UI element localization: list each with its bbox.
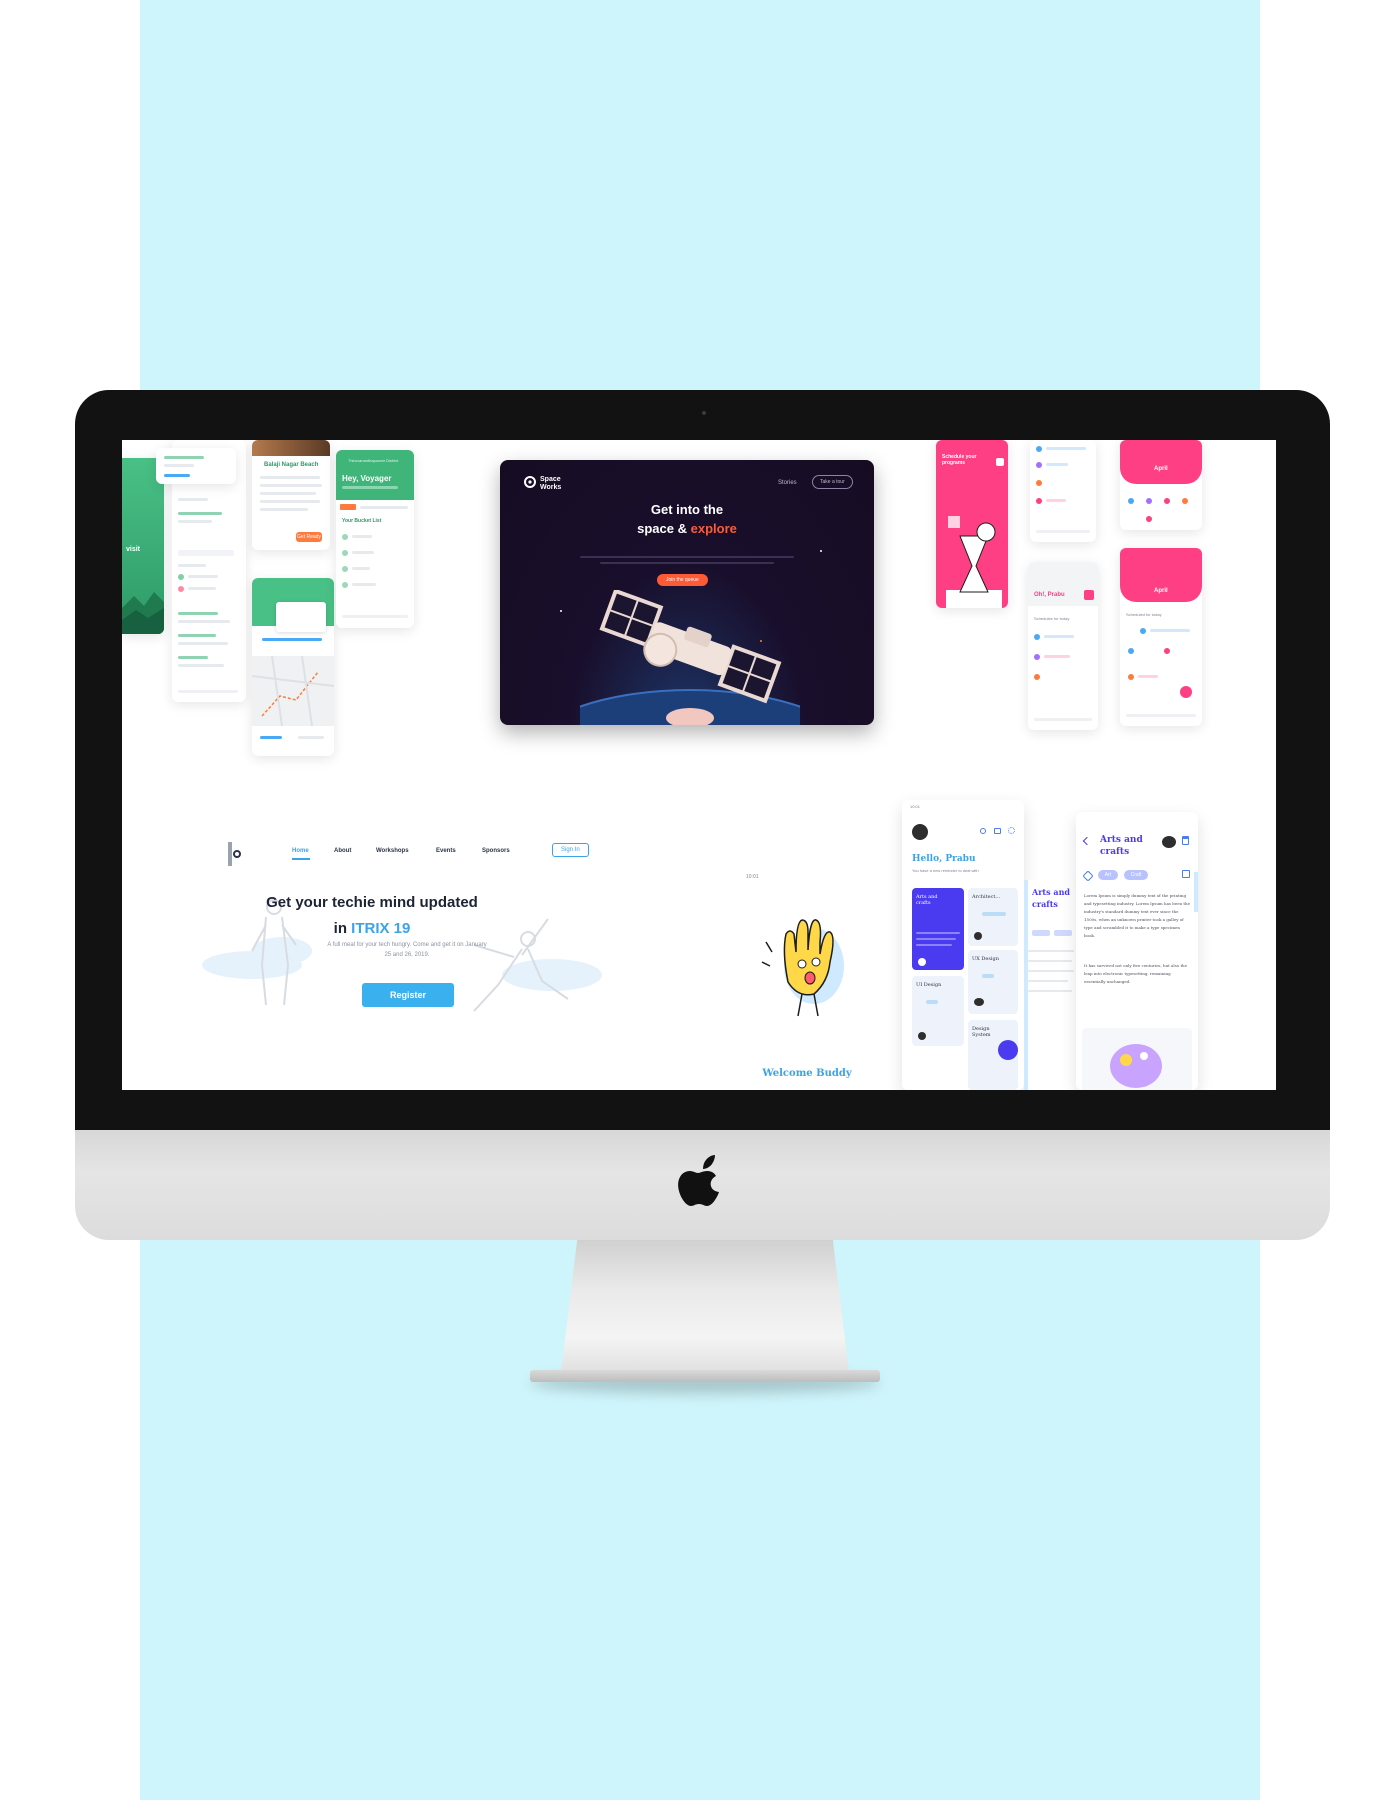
schedule-title: Schedule your programs xyxy=(942,454,977,466)
itrix-description: A full meal for your tech hungry. Come a… xyxy=(327,942,487,958)
nav-home[interactable]: Home xyxy=(292,848,309,854)
status-time: 10:01 xyxy=(746,874,759,880)
itrix-logo xyxy=(228,842,242,866)
detail-body-2: It has survived not only five centuries,… xyxy=(1084,963,1187,984)
note-card-architecture[interactable]: Architect... xyxy=(968,888,1018,946)
place-name: Balaji Nagar Beach xyxy=(264,462,319,468)
collaborators-avatar[interactable] xyxy=(1162,836,1176,848)
avatar[interactable] xyxy=(912,824,928,840)
gear-icon[interactable] xyxy=(1008,827,1015,834)
space-works-logo-icon xyxy=(524,476,536,488)
note-card-ui[interactable]: UI Design xyxy=(912,976,964,1046)
scheduled-heading: Scheduled for today xyxy=(1126,612,1162,617)
welcome-title: Welcome Buddy xyxy=(762,1068,852,1079)
imac-screen: visit Balaji Nagar Beach Get Ready Thiru… xyxy=(122,440,1276,1090)
inbox-icon[interactable] xyxy=(994,828,1001,834)
notes-detail-phone: Arts and crafts Art Craft Lorem Ipsum is… xyxy=(1076,812,1198,1090)
register-button[interactable]: Register xyxy=(362,983,454,1007)
space-headline: Get into the space & explore xyxy=(637,502,737,536)
tag-icon xyxy=(1082,870,1094,882)
get-ready-button[interactable]: Get Ready xyxy=(296,532,322,542)
home-greeting: Hello, Prabu xyxy=(912,854,976,864)
route-icon xyxy=(252,655,334,727)
imac-stand xyxy=(560,1238,850,1380)
note-card-arts[interactable]: Arts and crafts xyxy=(912,888,964,970)
place-detail-card: Balaji Nagar Beach Get Ready xyxy=(252,440,330,550)
detail-peek: Arts and crafts xyxy=(1024,880,1074,1090)
nav-sponsors[interactable]: Sponsors xyxy=(482,848,510,854)
calendar-icon[interactable] xyxy=(1182,870,1190,878)
hand-mascot-icon xyxy=(761,919,844,1017)
sign-in-button[interactable]: Sign In xyxy=(552,843,589,857)
mountains-icon xyxy=(122,592,164,634)
month-label: April xyxy=(1154,466,1168,472)
back-arrow-icon[interactable] xyxy=(1082,836,1092,846)
planner-greeting: Oh!, Prabu xyxy=(1034,592,1065,598)
location-label: Thiruvananthapuram District xyxy=(348,458,399,463)
notes-home-phone: 10:01 Hello, Prabu You have a new remind… xyxy=(902,800,1024,1090)
home-subtitle: You have a new reminder to deal with xyxy=(912,868,979,873)
planner-card-1 xyxy=(1030,440,1096,542)
status-time-2: 10:01 xyxy=(910,804,921,809)
search-icon[interactable] xyxy=(980,828,986,834)
visit-label: visit xyxy=(126,546,141,553)
calendar-card-1: April xyxy=(1120,440,1202,530)
voyager-card: Thiruvananthapuram District Hey, Voyager… xyxy=(336,450,414,628)
camera-icon xyxy=(702,411,706,415)
tag-art[interactable]: Art xyxy=(1098,870,1118,880)
note-card-design-system[interactable]: Design System xyxy=(968,1020,1018,1090)
take-a-tour-button[interactable]: Take a tour xyxy=(812,475,853,489)
schedule-card: Schedule your programs xyxy=(936,440,1008,608)
nav-about[interactable]: About xyxy=(334,848,351,854)
nav-workshops[interactable]: Workshops xyxy=(376,848,409,854)
space-works-landing: Space Works Stories Take a tour Get into… xyxy=(500,460,874,725)
space-works-logo: Space Works xyxy=(540,476,562,491)
detail-title: Arts and crafts xyxy=(1100,835,1143,857)
detail-body: Lorem Ipsum is simply dummy text of the … xyxy=(1084,893,1190,938)
imac-stand-foot xyxy=(530,1370,880,1382)
add-note-button[interactable] xyxy=(998,1040,1018,1060)
schedules-heading: Schedules for today xyxy=(1034,616,1070,621)
itrix-headline: Get your techie mind updated in ITRIX 19 xyxy=(266,894,478,937)
add-event-button[interactable] xyxy=(1180,686,1192,698)
note-card-ux[interactable]: UX Design xyxy=(968,950,1018,1014)
join-queue-button[interactable]: Join the queue xyxy=(657,574,708,586)
route-map-card xyxy=(252,578,334,756)
bucket-list-heading: Your Bucket List xyxy=(342,518,382,524)
page: visit Balaji Nagar Beach Get Ready Thiru… xyxy=(0,0,1400,1800)
peek-title: Arts and crafts xyxy=(1032,887,1070,909)
planner-card-2: Oh!, Prabu Schedules for today xyxy=(1028,562,1098,730)
nav-stories[interactable]: Stories xyxy=(778,480,797,486)
calendar-card-2: April Scheduled for today xyxy=(1120,548,1202,726)
nav-home-underline xyxy=(292,858,310,860)
scrollbar[interactable] xyxy=(1194,872,1198,912)
trash-icon[interactable] xyxy=(1182,836,1189,845)
hourglass-illustration-icon xyxy=(946,516,1002,608)
voyager-greeting: Hey, Voyager xyxy=(342,474,392,483)
travel-popup-card xyxy=(156,448,236,484)
crafts-illustration-icon xyxy=(1110,1044,1162,1088)
month-label-2: April xyxy=(1154,588,1168,594)
travel-splash-card: visit xyxy=(122,458,164,634)
welcome-screen: 10:01 Welcome Buddy xyxy=(742,872,872,1090)
apple-logo-icon xyxy=(678,1150,728,1210)
tag-craft[interactable]: Craft xyxy=(1124,870,1148,880)
satellite-illustration-icon xyxy=(580,590,800,725)
nav-events[interactable]: Events xyxy=(436,848,456,854)
